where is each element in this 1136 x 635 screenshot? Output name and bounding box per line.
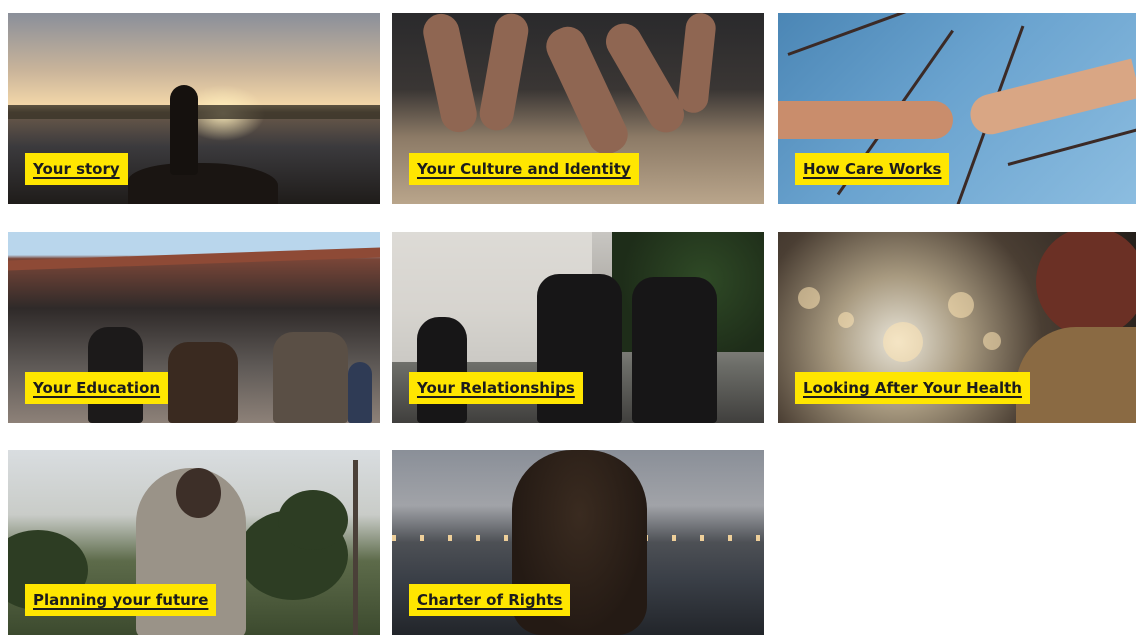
tile-label[interactable]: Charter of Rights bbox=[409, 584, 571, 616]
tile-label[interactable]: Your Relationships bbox=[409, 372, 583, 404]
tile-label[interactable]: Your story bbox=[25, 153, 128, 185]
tile-label[interactable]: Planning your future bbox=[25, 584, 217, 616]
tile-charter-of-rights[interactable]: Charter of Rights bbox=[392, 450, 764, 635]
tile-your-culture-and-identity[interactable]: Your Culture and Identity bbox=[392, 13, 764, 204]
tile-your-relationships[interactable]: Your Relationships bbox=[392, 232, 764, 423]
topic-tile-grid: Your story Your Culture and Identity How… bbox=[0, 0, 1136, 635]
tile-planning-your-future[interactable]: Planning your future bbox=[8, 450, 380, 635]
tile-how-care-works[interactable]: How Care Works bbox=[778, 13, 1136, 204]
tile-your-education[interactable]: Your Education bbox=[8, 232, 380, 423]
tile-label[interactable]: Your Culture and Identity bbox=[409, 153, 639, 185]
tile-label[interactable]: How Care Works bbox=[795, 153, 950, 185]
tile-looking-after-your-health[interactable]: Looking After Your Health bbox=[778, 232, 1136, 423]
tile-your-story[interactable]: Your story bbox=[8, 13, 380, 204]
tile-label[interactable]: Looking After Your Health bbox=[795, 372, 1030, 404]
tile-label[interactable]: Your Education bbox=[25, 372, 169, 404]
